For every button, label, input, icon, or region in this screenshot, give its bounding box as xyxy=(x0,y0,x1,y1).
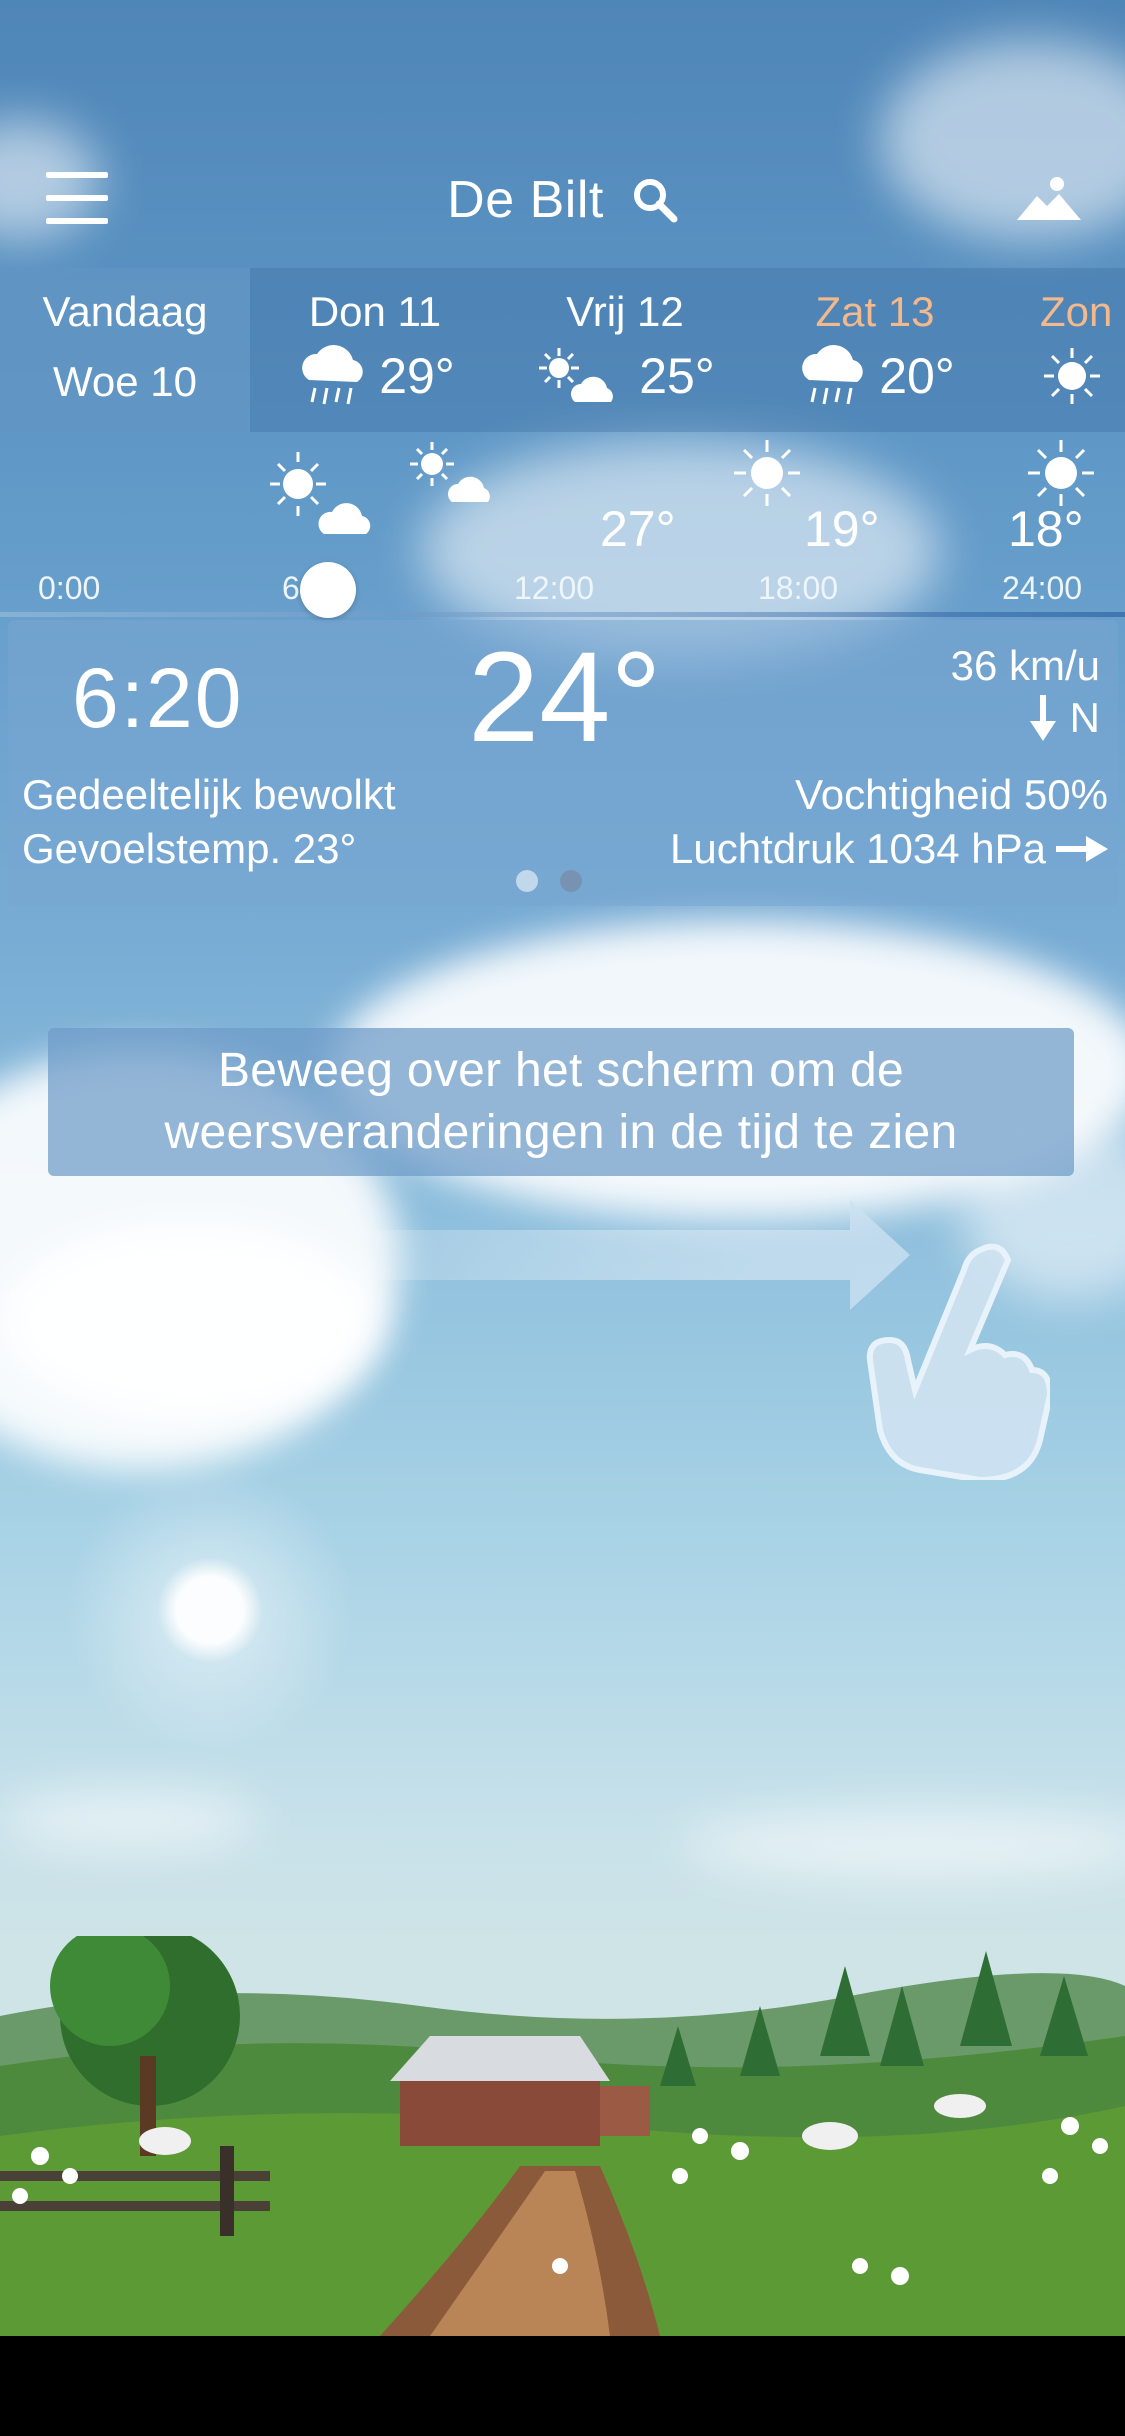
wind-speed: 36 km/u xyxy=(950,642,1100,689)
day-temp: 29° xyxy=(379,348,455,404)
humidity-text: Vochtigheid 50% xyxy=(795,771,1108,818)
page-indicator[interactable] xyxy=(516,870,582,892)
condition-text: Gedeeltelijk bewolkt xyxy=(22,771,396,818)
swipe-arrow-icon xyxy=(230,1200,910,1310)
sun-cloud-icon xyxy=(539,348,614,402)
hour-label: 18:00 xyxy=(758,570,839,606)
wind-arrow-icon xyxy=(1029,695,1056,741)
hour-label: 12:00 xyxy=(514,570,595,606)
pressure-text: Luchtdruk 1034 hPa xyxy=(670,825,1046,872)
day-label: Zat 13 xyxy=(815,288,935,335)
page-dot[interactable] xyxy=(516,870,538,892)
sun-icon xyxy=(40,1440,380,1780)
hourly-timeline[interactable]: 27° 19° 18° 0:00 6 12:00 18:00 24:00 xyxy=(0,440,1125,620)
hour-label: 0:00 xyxy=(38,570,101,606)
stats-info: Vochtigheid 50% Luchtdruk 1034 hPa xyxy=(670,768,1108,876)
hand-pointer-icon xyxy=(866,1243,1050,1480)
day-today[interactable]: Vandaag Woe 10 xyxy=(0,268,250,432)
page-dot-active[interactable] xyxy=(560,870,582,892)
wind-info: 36 km/u N xyxy=(951,642,1100,742)
day-date: Woe 10 xyxy=(53,358,197,405)
sun-icon xyxy=(1028,440,1094,506)
day-label: Vandaag xyxy=(42,288,208,335)
mountain-icon[interactable] xyxy=(1017,174,1081,222)
day-temp: 20° xyxy=(879,348,955,404)
daily-forecast-strip[interactable]: Vandaag Woe 10 Don 11 29° Vrij 12 25° Za… xyxy=(0,268,1125,432)
time-slider-handle[interactable] xyxy=(300,562,356,618)
day-label: Vrij 12 xyxy=(566,288,684,335)
hourly-temp: 19° xyxy=(804,501,880,557)
day-zat-13[interactable]: Zat 13 20° xyxy=(780,268,970,432)
search-icon[interactable] xyxy=(632,177,678,223)
top-bar: De Bilt xyxy=(0,150,1125,250)
day-label: Zon xyxy=(1040,288,1113,335)
sun-cloud-icon xyxy=(410,442,490,502)
countryside-landscape xyxy=(0,1936,1125,2336)
swipe-hint-banner: Beweeg over het scherm om de weersverand… xyxy=(48,1028,1074,1176)
feels-like-text: Gevoelstemp. 23° xyxy=(22,825,357,872)
current-temperature: 24° xyxy=(468,626,662,769)
condition-info: Gedeeltelijk bewolkt Gevoelstemp. 23° xyxy=(22,768,396,876)
timeline-bar[interactable] xyxy=(0,612,1125,617)
hint-line-1: Beweeg over het scherm om de xyxy=(217,1044,905,1097)
city-name[interactable]: De Bilt xyxy=(447,170,604,230)
rain-cloud-icon xyxy=(302,345,363,405)
arrow-right-icon[interactable] xyxy=(1056,836,1108,862)
day-don-11[interactable]: Don 11 29° xyxy=(280,268,470,432)
sun-icon xyxy=(734,440,800,506)
current-conditions-panel[interactable]: 6:20 24° 36 km/u N Gedeeltelijk bewolkt … xyxy=(8,620,1118,906)
sun-icon xyxy=(1044,348,1100,404)
city-header[interactable]: De Bilt xyxy=(0,170,1125,230)
wind-direction: N xyxy=(1069,694,1100,741)
hour-label: 6 xyxy=(282,570,300,606)
rain-cloud-icon xyxy=(802,345,863,405)
current-time: 6:20 xyxy=(72,651,244,745)
day-zon[interactable]: Zon xyxy=(1040,268,1125,432)
hint-line-2: weersveranderingen in de tijd te zien xyxy=(164,1106,958,1159)
sun-cloud-icon xyxy=(270,452,371,534)
hourly-temp: 18° xyxy=(1008,501,1084,557)
day-label: Don 11 xyxy=(308,288,442,335)
day-vrij-12[interactable]: Vrij 12 25° xyxy=(530,268,720,432)
hourly-temp: 27° xyxy=(600,501,676,557)
hour-label: 24:00 xyxy=(1002,570,1083,606)
day-temp: 25° xyxy=(639,348,715,404)
system-bottom-bar xyxy=(0,2336,1125,2436)
